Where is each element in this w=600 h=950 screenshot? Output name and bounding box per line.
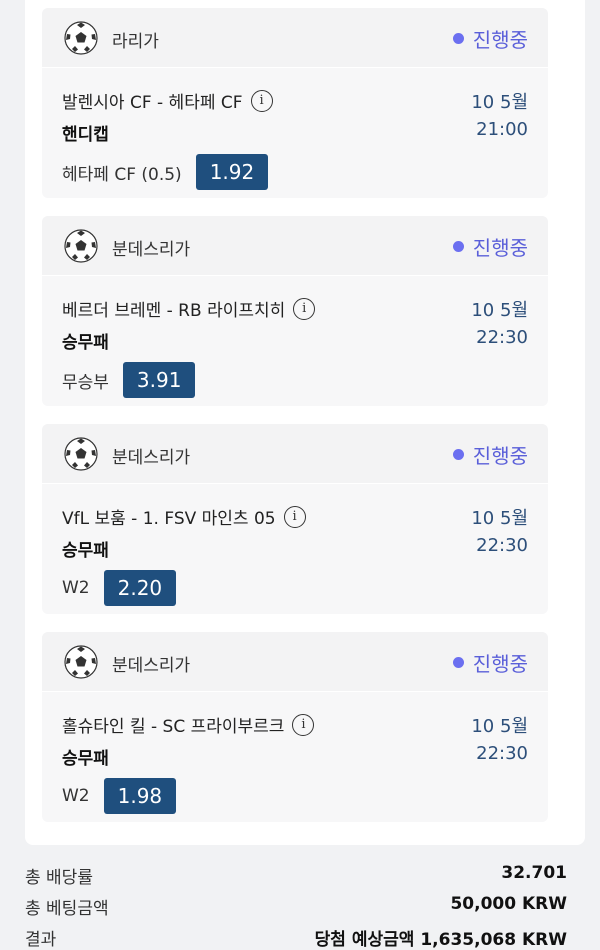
status-dot-icon [452, 241, 464, 252]
match-date: 10 5월 [471, 92, 528, 113]
soccer-ball-icon [64, 21, 98, 55]
match-row: VfL 보훔 - 1. FSV 마인츠 05 i [62, 504, 306, 529]
match-row: 홀슈타인 킬 - SC 프라이부르크 i [62, 712, 315, 737]
status-badge: 진행중 [452, 24, 528, 53]
market-type: 승무패 [62, 541, 109, 561]
odds-button[interactable]: 1.98 [103, 778, 177, 814]
info-icon[interactable]: i [292, 713, 315, 736]
league-name: 라리가 [112, 32, 159, 52]
total-stake-row: 총 베팅금액 50,000 KRW [25, 894, 567, 919]
soccer-ball-icon [64, 229, 98, 263]
status-dot-icon [452, 449, 464, 460]
pick-row: W2 1.98 [62, 778, 177, 814]
match-time: 22:30 [476, 535, 528, 556]
bet-card: 분데스리가 진행중 베르더 브레멘 - RB 라이프치히 i 승무패 10 5월… [42, 216, 548, 406]
soccer-ball-icon [64, 645, 98, 679]
bet-card-header: 분데스리가 진행중 [42, 632, 548, 692]
status-text: 진행중 [472, 28, 528, 52]
bet-card: 분데스리가 진행중 홀슈타인 킬 - SC 프라이부르크 i 승무패 10 5월… [42, 632, 548, 822]
total-stake-value: 50,000 KRW [450, 894, 567, 914]
result-label: 결과 [25, 930, 57, 950]
match-title: 베르더 브레멘 - RB 라이프치히 [62, 301, 286, 321]
match-title: 홀슈타인 킬 - SC 프라이부르크 [62, 717, 285, 737]
bet-card: 분데스리가 진행중 VfL 보훔 - 1. FSV 마인츠 05 i 승무패 1… [42, 424, 548, 614]
soccer-ball-icon [64, 437, 98, 471]
match-date: 10 5월 [471, 716, 528, 737]
match-time: 21:00 [476, 119, 528, 140]
total-odds-row: 총 배당률 32.701 [25, 863, 567, 888]
status-dot-icon [452, 33, 464, 44]
match-row: 발렌시아 CF - 헤타페 CF i [62, 88, 273, 113]
bet-card-header: 분데스리가 진행중 [42, 216, 548, 276]
info-icon[interactable]: i [283, 505, 306, 528]
match-time: 22:30 [476, 743, 528, 764]
total-odds-label: 총 배당률 [25, 868, 93, 888]
pick-row: 헤타페 CF (0.5) 1.92 [62, 154, 269, 190]
status-badge: 진행중 [452, 232, 528, 261]
status-badge: 진행중 [452, 648, 528, 677]
league-name: 분데스리가 [112, 656, 191, 676]
bet-card-header: 라리가 진행중 [42, 8, 548, 68]
status-text: 진행중 [472, 652, 528, 676]
status-text: 진행중 [472, 444, 528, 468]
pick-label: W2 [62, 786, 90, 806]
total-stake-label: 총 베팅금액 [25, 899, 109, 919]
match-title: 발렌시아 CF - 헤타페 CF [62, 93, 243, 113]
league-name: 분데스리가 [112, 240, 191, 260]
pick-label: 무승부 [62, 372, 109, 393]
bet-card-header: 분데스리가 진행중 [42, 424, 548, 484]
match-row: 베르더 브레멘 - RB 라이프치히 i [62, 296, 316, 321]
market-type: 핸디캡 [62, 125, 109, 145]
market-type: 승무패 [62, 333, 109, 353]
status-badge: 진행중 [452, 440, 528, 469]
pick-label: 헤타페 CF (0.5) [62, 164, 182, 185]
match-date: 10 5월 [471, 300, 528, 321]
league-name: 분데스리가 [112, 448, 191, 468]
pick-label: W2 [62, 578, 90, 598]
odds-button[interactable]: 3.91 [122, 362, 196, 398]
market-type: 승무패 [62, 749, 109, 769]
match-title: VfL 보훔 - 1. FSV 마인츠 05 [62, 509, 276, 529]
match-date: 10 5월 [471, 508, 528, 529]
info-icon[interactable]: i [293, 297, 316, 320]
odds-button[interactable]: 2.20 [103, 570, 177, 606]
odds-button[interactable]: 1.92 [195, 154, 269, 190]
pick-row: 무승부 3.91 [62, 362, 196, 398]
bet-card: 라리가 진행중 발렌시아 CF - 헤타페 CF i 핸디캡 10 5월 21:… [42, 8, 548, 198]
total-odds-value: 32.701 [501, 863, 567, 883]
info-icon[interactable]: i [250, 89, 273, 112]
result-value: 당첨 예상금액 1,635,068 KRW [314, 930, 567, 950]
match-time: 22:30 [476, 327, 528, 348]
status-text: 진행중 [472, 236, 528, 260]
result-row: 결과 당첨 예상금액 1,635,068 KRW [25, 925, 567, 950]
status-dot-icon [452, 657, 464, 668]
pick-row: W2 2.20 [62, 570, 177, 606]
